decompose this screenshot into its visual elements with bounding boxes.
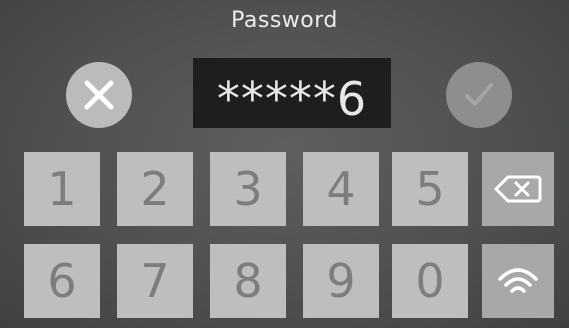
wifi-icon bbox=[498, 268, 538, 293]
key-0[interactable]: 0 bbox=[392, 244, 468, 318]
key-2[interactable]: 2 bbox=[117, 152, 193, 226]
key-4[interactable]: 4 bbox=[303, 152, 379, 226]
key-8[interactable]: 8 bbox=[210, 244, 286, 318]
checkmark-icon bbox=[465, 83, 493, 106]
key-5[interactable]: 5 bbox=[392, 152, 468, 226]
cancel-button[interactable] bbox=[66, 62, 132, 128]
page-title: Password bbox=[231, 8, 338, 33]
password-screen: Password *****6 1 2 3 4 5 6 7 8 9 0 bbox=[0, 0, 569, 328]
key-1[interactable]: 1 bbox=[24, 152, 100, 226]
key-3[interactable]: 3 bbox=[210, 152, 286, 226]
key-7[interactable]: 7 bbox=[117, 244, 193, 318]
backspace-icon bbox=[494, 175, 542, 203]
key-6[interactable]: 6 bbox=[24, 244, 100, 318]
close-icon bbox=[84, 80, 114, 110]
confirm-button[interactable] bbox=[446, 62, 512, 128]
password-field[interactable]: *****6 bbox=[193, 58, 391, 128]
key-9[interactable]: 9 bbox=[303, 244, 379, 318]
wifi-button[interactable] bbox=[482, 244, 554, 318]
backspace-button[interactable] bbox=[482, 152, 554, 226]
password-value: *****6 bbox=[216, 72, 368, 126]
